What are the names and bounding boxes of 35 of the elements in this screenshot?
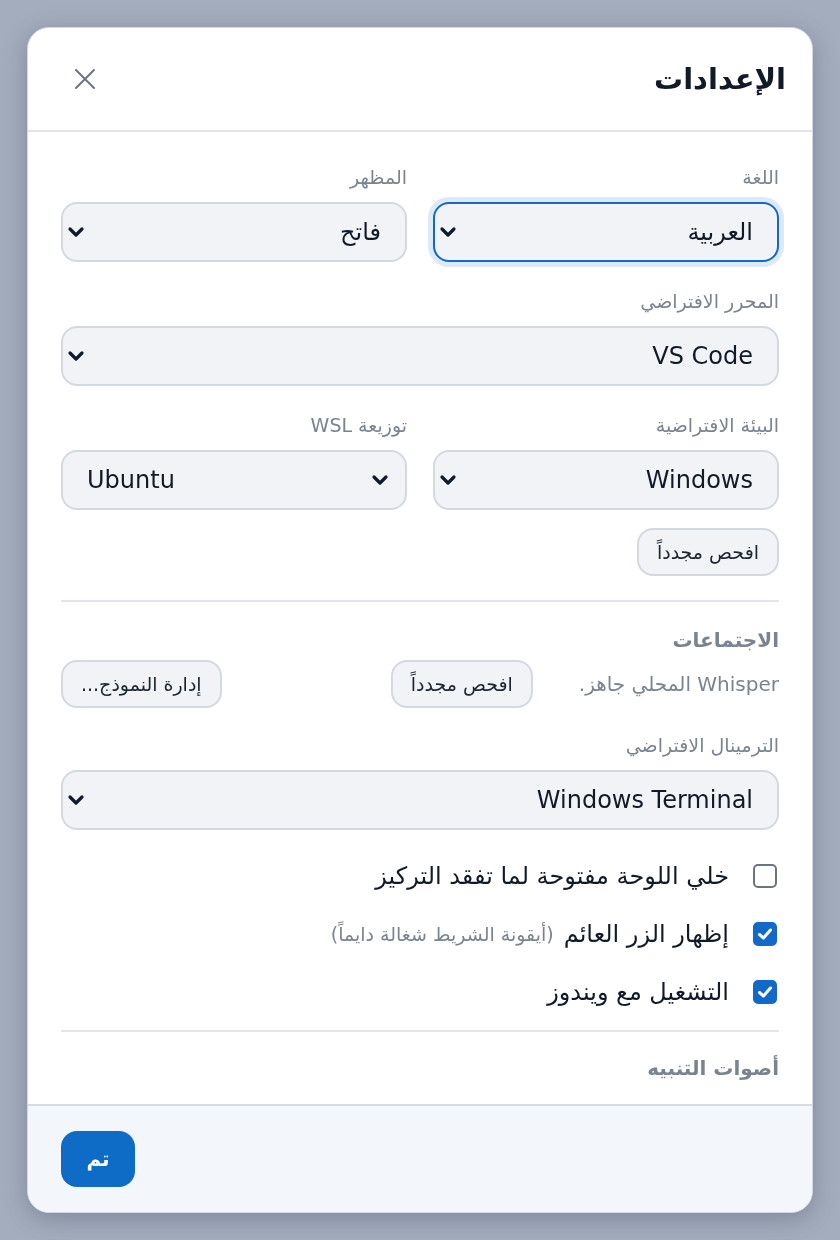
checkbox[interactable] — [753, 922, 777, 946]
close-icon[interactable] — [74, 68, 96, 90]
dropdown[interactable]: Windows Terminal — [61, 770, 779, 830]
rescan-button[interactable]: افحص مجدداً — [636, 528, 779, 576]
status-text: Whisper المحلي جاهز. — [578, 672, 779, 696]
dropdown[interactable]: Windows — [433, 450, 779, 510]
section-heading: أصوات التنبيه — [646, 1056, 779, 1080]
field-label: توزيعة WSL — [309, 414, 407, 436]
field-label: المظهر — [348, 166, 407, 188]
field-label: المحرر الافتراضي — [639, 290, 779, 312]
check-icon — [756, 925, 774, 943]
chevron-icon — [371, 474, 389, 486]
checkbox-label: إظهار الزر العائم — [563, 920, 729, 948]
manage-model-button[interactable]: إدارة النموذج... — [61, 660, 222, 708]
dropdown[interactable]: فاتح — [61, 202, 407, 262]
chevron-icon — [67, 226, 85, 238]
field-label: اللغة — [741, 166, 779, 188]
checkbox-label: التشغيل مع ويندوز — [547, 978, 729, 1006]
chevron-icon — [67, 350, 85, 362]
field-label: الترمينال الافتراضي — [624, 734, 779, 756]
checkbox-hint: (أيقونة الشريط شغالة دايماً) — [330, 923, 554, 945]
done-button[interactable]: تم — [61, 1131, 135, 1187]
section-heading: الاجتماعات — [671, 628, 779, 652]
checkbox[interactable] — [753, 864, 777, 888]
dialog-title: الإعدادات — [654, 62, 786, 96]
dropdown[interactable]: Ubuntu — [61, 450, 407, 510]
field-label: البيئة الافتراضية — [654, 414, 779, 436]
rescan-button[interactable]: افحص مجدداً — [390, 660, 533, 708]
checkbox-label: خلي اللوحة مفتوحة لما تفقد التركيز — [375, 862, 729, 890]
chevron-icon — [67, 794, 85, 806]
dropdown[interactable]: VS Code — [61, 326, 779, 386]
check-icon — [756, 983, 774, 1001]
chevron-icon — [439, 474, 457, 486]
chevron-icon — [439, 226, 457, 238]
checkbox[interactable] — [753, 980, 777, 1004]
